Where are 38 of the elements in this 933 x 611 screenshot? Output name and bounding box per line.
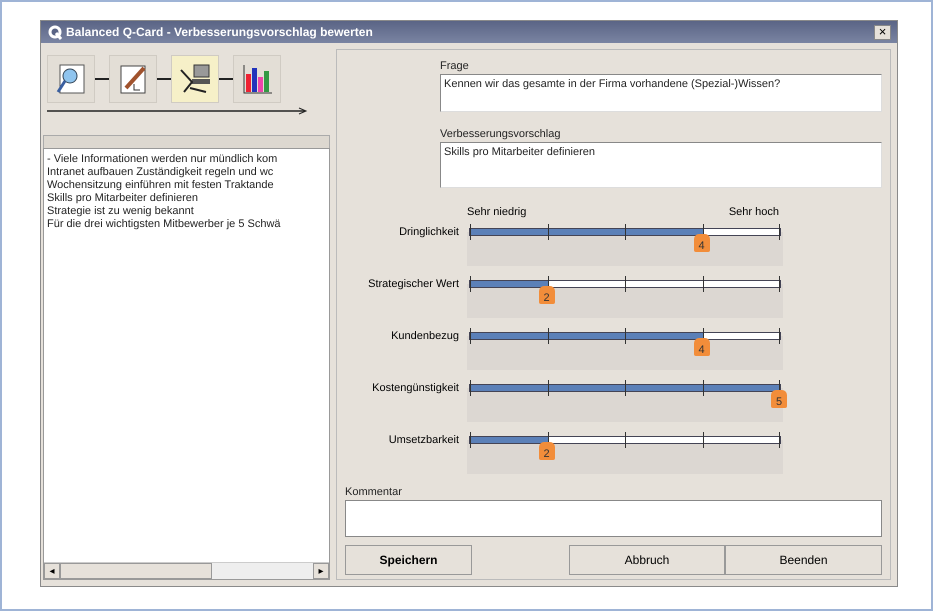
app-logo-icon: [47, 24, 63, 40]
comment-field[interactable]: [345, 500, 882, 537]
slider-thumb[interactable]: 2: [538, 286, 554, 304]
field-label: Frage: [440, 60, 470, 72]
step-button[interactable]: [171, 55, 219, 103]
scroll-left-button[interactable]: ◂: [44, 563, 60, 579]
list-item[interactable]: Für die drei wichtigsten Mitbewerber je 5 Schwä: [47, 218, 326, 231]
rating-label: Dringlichkeit: [398, 225, 459, 238]
suggestion-field[interactable]: Skills pro Mitarbeiter definieren: [440, 142, 882, 188]
step-button[interactable]: [233, 55, 281, 103]
scroll-thumb[interactable]: [60, 563, 212, 579]
scroll-right-button[interactable]: ▸: [313, 563, 329, 579]
finish-button[interactable]: Beenden: [725, 545, 882, 575]
window-title: Balanced Q-Card - Verbesserungsvorschlag bewerten: [66, 25, 374, 39]
save-button[interactable]: Speichern: [345, 545, 472, 575]
computer-icon: [178, 62, 212, 96]
slider-thumb[interactable]: 2: [538, 442, 554, 460]
slider-thumb[interactable]: 4: [694, 234, 710, 252]
list-item[interactable]: Intranet aufbauen Zuständigkeit regeln und wc: [47, 166, 326, 179]
list-item[interactable]: - Viele Informationen werden nur mündlich kom: [47, 153, 326, 166]
slider-thumb[interactable]: 4: [694, 338, 710, 356]
field-label: Kommentar: [345, 486, 403, 498]
list-item[interactable]: Wochensitzung einführen mit festen Traktande: [47, 179, 326, 192]
scale-low-label: Sehr niedrig: [467, 206, 526, 218]
rating-label: Kundenbezug: [390, 329, 459, 342]
scale-high-label: Sehr hoch: [728, 206, 779, 218]
close-button[interactable]: ×: [874, 24, 891, 40]
rating-label: Strategischer Wert: [367, 277, 459, 290]
rating-label: Kostengünstigkeit: [371, 381, 459, 394]
list-item[interactable]: Strategie ist zu wenig bekannt: [47, 205, 326, 218]
step-button[interactable]: [47, 55, 95, 103]
field-label: Verbesserungsvorschlag: [440, 128, 562, 140]
step-button[interactable]: [109, 55, 157, 103]
list-item[interactable]: Skills pro Mitarbeiter definieren: [47, 192, 326, 205]
slider-thumb[interactable]: 5: [771, 390, 787, 408]
question-field[interactable]: Kennen wir das gesamte in der Firma vorhandene (Spezial-)Wissen?: [440, 74, 882, 112]
rating-label: Umsetzbarkeit: [388, 433, 459, 446]
cancel-button[interactable]: Abbruch: [569, 545, 725, 575]
